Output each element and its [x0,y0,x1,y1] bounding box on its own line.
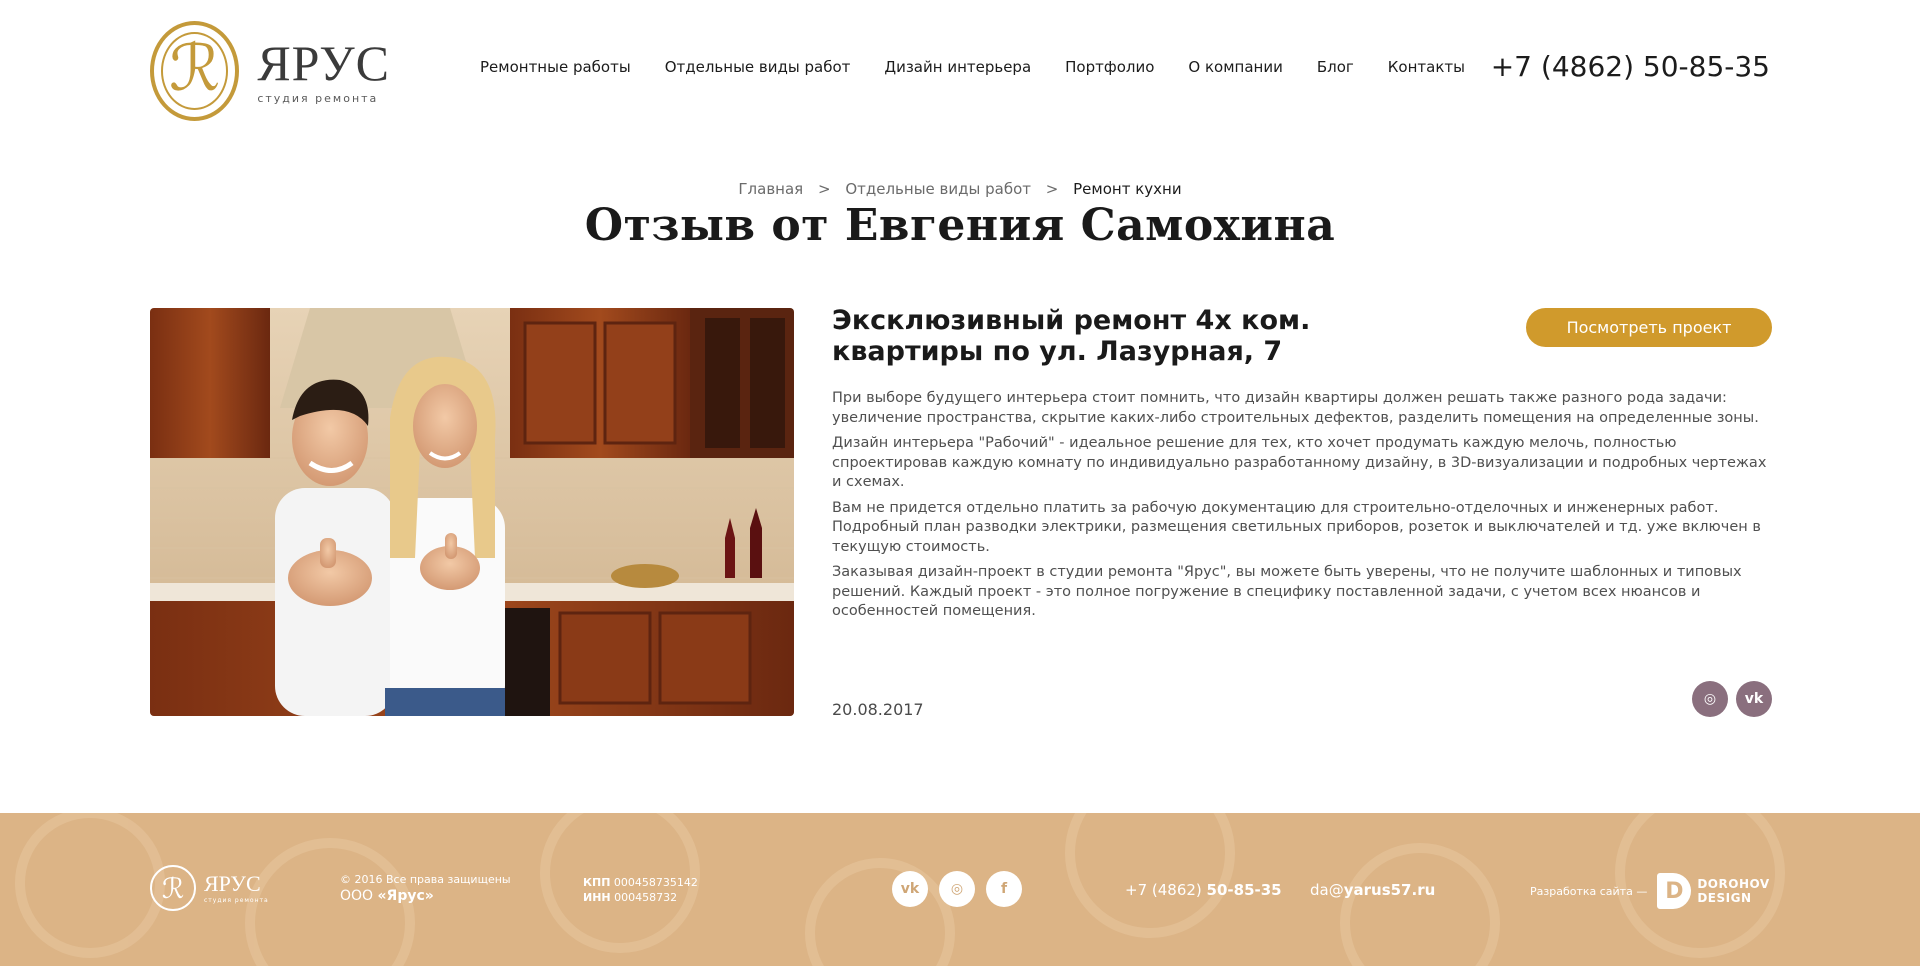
breadcrumb-separator: > [1045,180,1059,198]
article-date: 20.08.2017 [832,700,924,719]
logo-wordmark: ЯРУС [257,34,390,91]
nav-item-interior-design[interactable]: Дизайн интерьера [884,58,1031,76]
nav-item-blog[interactable]: Блог [1317,58,1354,76]
footer-social: vk ◎ f [892,871,1022,907]
view-project-button[interactable]: Посмотреть проект [1526,308,1772,347]
breadcrumb-separate-works[interactable]: Отдельные виды работ [845,180,1031,198]
footer-legal-info: КПП 000458735142 ИНН 000458732 [583,876,698,904]
footer-phone[interactable]: +7 (4862) 50-85-35 [1125,881,1282,899]
site-footer: ℛ ЯРУС студия ремонта © 2016 Все права з… [0,813,1920,966]
article-paragraph: Заказывая дизайн-проект в студии ремонта… [832,564,1742,619]
breadcrumb-separator: > [817,180,831,198]
instagram-icon[interactable]: ◎ [1692,681,1728,717]
article-paragraph: Дизайн интерьера "Рабочий" - идеальное р… [832,435,1767,490]
article-paragraph: При выборе будущего интерьера стоит помн… [832,390,1759,426]
logo-emblem-icon: ℛ [150,21,240,121]
breadcrumb-home[interactable]: Главная [738,180,803,198]
facebook-icon[interactable]: f [986,871,1022,907]
site-logo[interactable]: ℛ ЯРУС студия ремонта [150,20,390,122]
nav-item-about[interactable]: О компании [1188,58,1282,76]
nav-item-contacts[interactable]: Контакты [1388,58,1465,76]
vk-icon[interactable]: vk [892,871,928,907]
nav-item-separate-works[interactable]: Отдельные виды работ [665,58,851,76]
nav-item-repair-works[interactable]: Ремонтные работы [480,58,631,76]
article-title: Эксклюзивный ремонт 4х ком. квартиры по … [832,305,1311,367]
share-buttons: ◎ vk [1692,681,1772,717]
nav-item-portfolio[interactable]: Портфолио [1065,58,1154,76]
page-title: Отзыв от Евгения Самохина [584,200,1336,251]
breadcrumb-current: Ремонт кухни [1073,180,1182,198]
instagram-icon[interactable]: ◎ [939,871,975,907]
dorohov-design-logo-icon: D [1657,873,1692,909]
vk-icon[interactable]: vk [1736,681,1772,717]
header-phone[interactable]: +7 (4862) 50-85-35 [1491,50,1770,83]
footer-logo[interactable]: ℛ ЯРУС студия ремонта [150,865,269,911]
kitchen-couple-photo [150,308,794,716]
logo-tagline: студия ремонта [257,91,379,105]
developer-credit[interactable]: Разработка сайта — D DOROHOV DESIGN [1530,873,1770,909]
review-article: Эксклюзивный ремонт 4х ком. квартиры по … [832,305,1772,725]
footer-copyright: © 2016 Все права защищены ООО «Ярус» [340,873,511,904]
footer-email[interactable]: da@yarus57.ru [1310,881,1435,899]
footer-logo-emblem-icon: ℛ [150,865,196,911]
article-body: При выборе будущего интерьера стоит помн… [832,389,1772,622]
site-header: ℛ ЯРУС студия ремонта Ремонтные работы О… [0,0,1920,140]
main-nav: Ремонтные работы Отдельные виды работ Ди… [480,58,1465,76]
review-photo [150,308,794,716]
article-paragraph: Вам не придется отдельно платить за рабо… [832,499,1761,555]
breadcrumb: Главная > Отдельные виды работ > Ремонт … [0,180,1920,198]
